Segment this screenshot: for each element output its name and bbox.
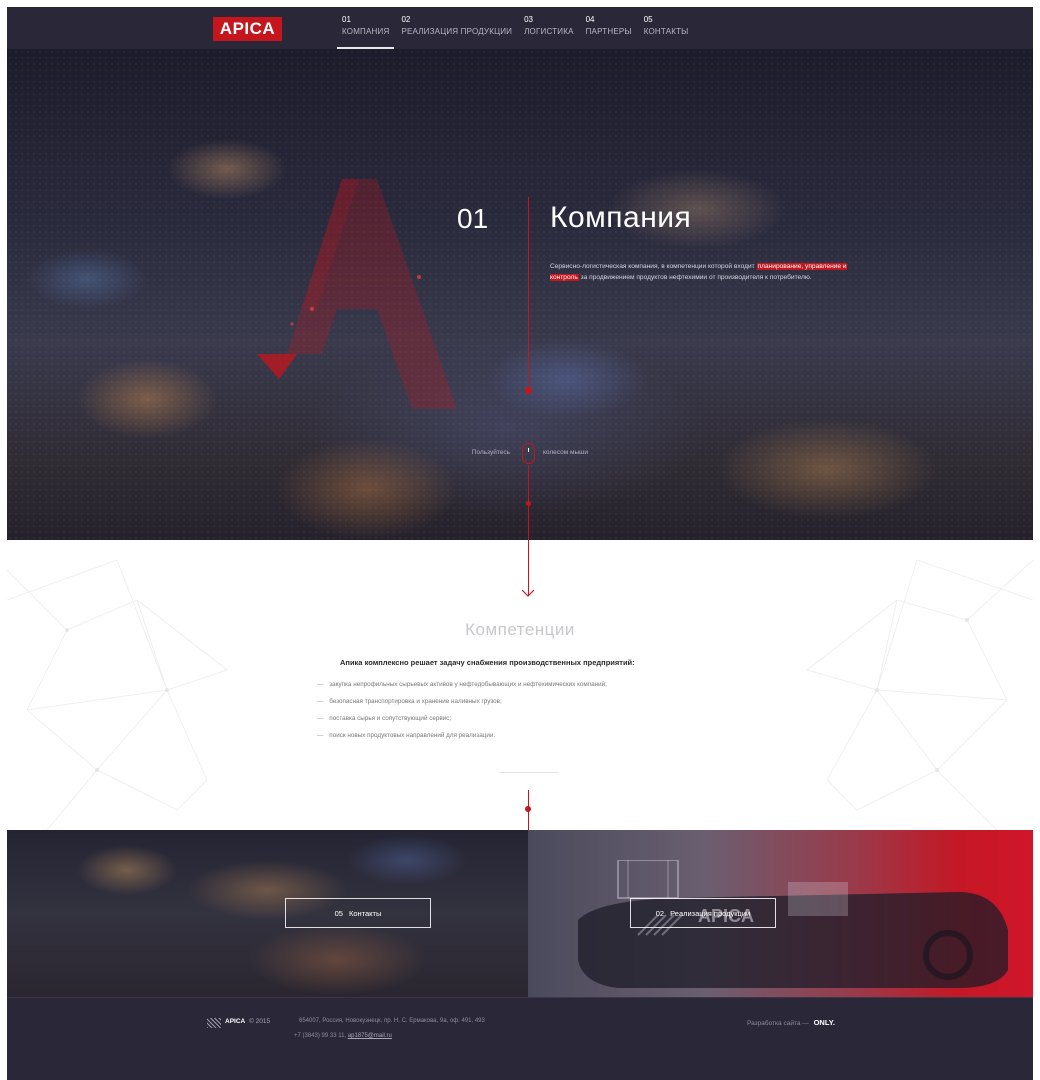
timeline-line xyxy=(528,830,529,997)
footer-logo-icon xyxy=(207,1018,221,1028)
nav-item-contacts[interactable]: 05 КОНТАКТЫ xyxy=(639,15,694,49)
hero-section: 01 Компания Сервисно-логистическая компа… xyxy=(7,49,1033,540)
footer-email-link[interactable]: ap1875@mail.ru xyxy=(348,1033,392,1039)
page: APICA 01 КОМПАНИЯ 02 РЕАЛИЗАЦИЯ ПРОДУКЦИ… xyxy=(7,7,1033,1080)
footer-contacts: +7 (3843) 99 33 11, ap1875@mail.ru xyxy=(294,1033,392,1039)
logo[interactable]: APICA xyxy=(213,17,282,41)
developer-credit[interactable]: Разработка сайта — ONLY. xyxy=(747,1018,835,1027)
timeline-dot xyxy=(525,387,532,394)
nav-label: РЕАЛИЗАЦИЯ ПРОДУКЦИИ xyxy=(401,27,513,36)
products-panel[interactable]: APICA xyxy=(528,830,1033,997)
nav-item-logistics[interactable]: 03 ЛОГИСТИКА xyxy=(519,15,579,49)
nav-label: КОНТАКТЫ xyxy=(643,27,689,36)
footer-copyright: © 2015 xyxy=(249,1018,271,1025)
competencies-list: — закупка непрофильных сырьевых активов у… xyxy=(317,676,607,744)
button-label: Контакты xyxy=(348,908,382,918)
divider xyxy=(499,772,559,773)
navigation-panels: APICA 05 Контакты 02 Реализация продукци… xyxy=(7,830,1033,997)
button-label: Реализация продукции xyxy=(670,908,751,918)
nav-number: 02 xyxy=(401,15,411,24)
nav-item-products[interactable]: 02 РЕАЛИЗАЦИЯ ПРОДУКЦИИ xyxy=(396,15,517,49)
nav-label: ЛОГИСТИКА xyxy=(524,27,574,36)
nav-number: 04 xyxy=(585,15,595,24)
list-item-text: поставка сырья и сопутствующий сервис; xyxy=(329,715,452,722)
contacts-button[interactable]: 05 Контакты xyxy=(285,898,431,928)
list-item: — закупка непрофильных сырьевых активов у… xyxy=(317,681,607,688)
nav-number: 03 xyxy=(524,15,534,24)
button-number: 05 xyxy=(334,908,343,918)
competencies-section: Компетенции Апика комплексно решает зада… xyxy=(7,540,1033,830)
nav-label: ПАРТНЕРЫ xyxy=(585,27,632,36)
scroll-hint-left: Пользуйтесь xyxy=(471,449,510,456)
footer-phone: +7 (3843) 99 33 11, xyxy=(294,1033,347,1039)
timeline-dot xyxy=(525,806,531,812)
arrow-down-icon xyxy=(521,589,535,597)
nav-item-partners[interactable]: 04 ПАРТНЕРЫ xyxy=(581,15,637,49)
hero-description: Сервисно-логистическая компания, в компе… xyxy=(550,261,850,283)
mouse-icon[interactable] xyxy=(522,443,535,464)
products-button[interactable]: 02 Реализация продукции xyxy=(630,898,776,928)
contacts-panel[interactable] xyxy=(7,830,528,997)
developer-label: Разработка сайта — xyxy=(747,1020,809,1027)
scroll-hint: Пользуйтесь колесом мыши xyxy=(7,443,1033,465)
main-nav: 01 КОМПАНИЯ 02 РЕАЛИЗАЦИЯ ПРОДУКЦИИ 03 Л… xyxy=(337,15,695,49)
header: APICA 01 КОМПАНИЯ 02 РЕАЛИЗАЦИЯ ПРОДУКЦИ… xyxy=(7,7,1033,49)
footer: APICA © 2015 654007, Россия, Новокузнецк… xyxy=(7,997,1033,1080)
hero-dot-texture xyxy=(7,49,1033,540)
timeline-dot xyxy=(526,501,531,506)
nav-item-company[interactable]: 01 КОМПАНИЯ xyxy=(337,15,395,49)
nav-number: 01 xyxy=(342,15,351,24)
timeline-line xyxy=(528,197,529,387)
nav-number: 05 xyxy=(643,15,653,24)
competencies-title: Компетенции xyxy=(465,620,575,639)
footer-brand: APICA xyxy=(225,1018,246,1025)
nav-label: КОМПАНИЯ xyxy=(342,27,390,36)
hero-title: Компания xyxy=(550,201,692,234)
hero-text-part: за продвижением продуктов нефтехимии от … xyxy=(580,274,812,281)
developer-brand: ONLY. xyxy=(813,1018,835,1027)
footer-address: 654007, Россия, Новокузнецк, пр. Н. С. Е… xyxy=(299,1018,485,1024)
brand-a-mark-icon xyxy=(257,179,457,409)
competencies-lead: Апика комплексно решает задачу снабжения… xyxy=(340,658,635,667)
scroll-hint-right: колесом мыши xyxy=(543,449,588,456)
list-item-text: закупка непрофильных сырьевых активов у … xyxy=(329,681,607,688)
list-item: — безопасная транспортировка и хранение н… xyxy=(317,698,502,705)
hero-text-part: Сервисно-логистическая компания, в компе… xyxy=(550,263,755,270)
hero-section-number: 01 xyxy=(457,203,489,234)
list-item: — поставка сырья и сопутствующий сервис; xyxy=(317,715,452,722)
list-item-text: поиск новых продуктовых направлений для … xyxy=(329,732,496,739)
list-item: — поиск новых продуктовых направлений для… xyxy=(317,732,496,739)
tank-car-icon: APICA xyxy=(578,860,1008,988)
button-number: 02 xyxy=(655,908,665,918)
list-item-text: безопасная транспортировка и хранение на… xyxy=(329,698,502,705)
